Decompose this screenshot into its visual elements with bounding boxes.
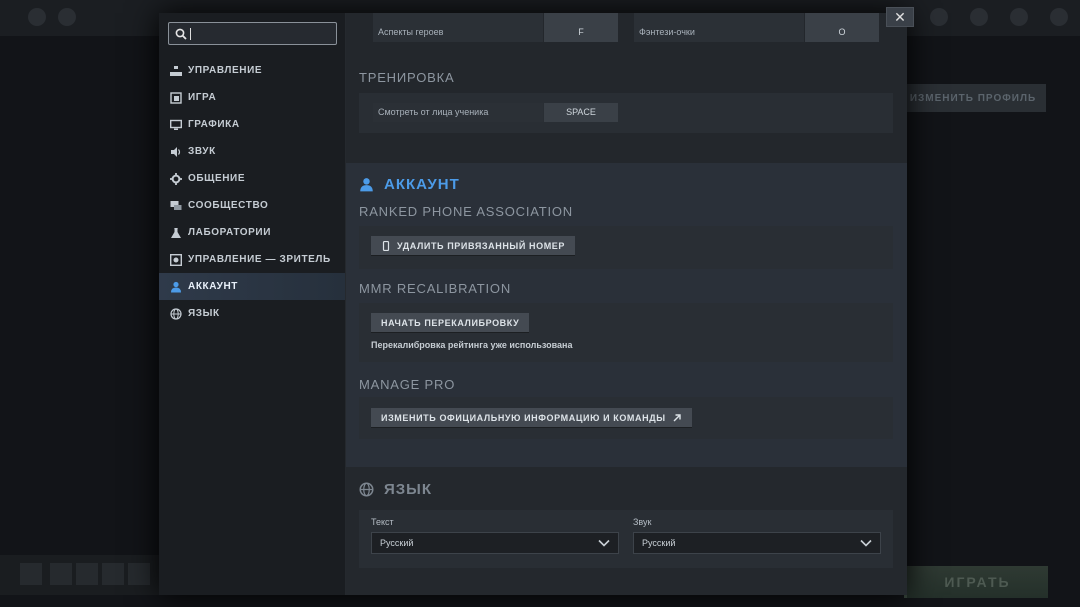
hotkey-label: Фэнтези-очки [634,23,804,42]
sidebar-item-sound[interactable]: ЗВУК [159,138,345,165]
chevron-down-icon [860,539,872,547]
background-party-slot [76,563,98,585]
background-party-slot [128,563,150,585]
sidebar-item-controls[interactable]: УПРАВЛЕНИЕ [159,57,345,84]
text-language-value: Русский [380,538,414,548]
sidebar-item-language[interactable]: ЯЗЫК [159,300,345,327]
spectator-icon [169,253,182,266]
user-icon [360,178,373,192]
hotkey-label: Смотреть от лица ученика [373,103,543,122]
close-button[interactable]: ✕ [886,7,914,27]
edit-pro-info-button[interactable]: ИЗМЕНИТЬ ОФИЦИАЛЬНУЮ ИНФОРМАЦИЮ И КОМАНД… [371,408,692,428]
language-title: ЯЗЫК [384,481,433,498]
background-avatar-icon [1050,8,1068,26]
settings-modal: УПРАВЛЕНИЕ ИГРА ГРАФИКА ЗВУК ОБЩЕНИЕ СОО… [159,13,907,595]
search-icon [175,28,187,40]
background-party-slot [102,563,124,585]
phone-icon [382,240,390,251]
sidebar-item-label: СООБЩЕСТВО [188,200,269,211]
start-recalibration-button[interactable]: НАЧАТЬ ПЕРЕКАЛИБРОВКУ [371,313,530,333]
background-stats-icon [970,8,988,26]
search-input[interactable] [196,27,336,40]
language-header: ЯЗЫК [359,481,432,498]
chevron-down-icon [598,539,610,547]
close-icon: ✕ [894,8,906,25]
background-party-bar [0,555,160,595]
background-back-icon [58,8,76,26]
external-link-icon [673,413,681,421]
edit-pro-info-label: ИЗМЕНИТЬ ОФИЦИАЛЬНУЮ ИНФОРМАЦИЮ И КОМАНД… [381,412,666,423]
background-party-avatar [20,563,42,585]
hotkey-key[interactable]: SPACE [544,103,618,122]
sidebar-item-label: ОБЩЕНИЕ [188,173,246,184]
gear-icon [169,172,182,185]
remove-phone-label: УДАЛИТЬ ПРИВЯЗАННЫЙ НОМЕР [397,240,566,251]
section-title-manage-pro: MANAGE PRO [359,377,456,392]
sidebar-item-community[interactable]: СООБЩЕСТВО [159,192,345,219]
section-title-training: ТРЕНИРОВКА [359,70,455,85]
text-language-label: Текст [371,517,394,527]
background-settings-icon [28,8,46,26]
sound-language-select[interactable]: Русский [633,532,881,554]
chat-icon [169,199,182,212]
text-caret [190,27,191,40]
background-shield-icon [1010,8,1028,26]
section-title-phone: RANKED PHONE ASSOCIATION [359,204,573,219]
flask-icon [169,226,182,239]
hotkey-row: Аспекты героев F [373,23,618,42]
speaker-icon [169,145,182,158]
sidebar-item-graphics[interactable]: ГРАФИКА [159,111,345,138]
hotkey-key[interactable]: F [544,23,618,42]
sidebar-item-label: ИГРА [188,92,217,103]
section-title-mmr: MMR RECALIBRATION [359,281,512,296]
sidebar-item-game[interactable]: ИГРА [159,84,345,111]
sidebar-item-label: ГРАФИКА [188,119,240,130]
background-play-button: ИГРАТЬ [904,566,1048,598]
sidebar-item-social[interactable]: ОБЩЕНИЕ [159,165,345,192]
recalibration-note: Перекалибровка рейтинга уже использована [371,340,573,350]
settings-nav: УПРАВЛЕНИЕ ИГРА ГРАФИКА ЗВУК ОБЩЕНИЕ СОО… [159,57,345,327]
sidebar-item-spectator-controls[interactable]: УПРАВЛЕНИЕ — ЗРИТЕЛЬ [159,246,345,273]
sidebar-item-label: АККАУНТ [188,281,239,292]
settings-content: Аспекты героев F Фэнтези-очки O ТРЕНИРОВ… [346,13,907,595]
text-language-select[interactable]: Русский [371,532,619,554]
sidebar-item-label: ЛАБОРАТОРИИ [188,227,272,238]
sidebar-item-label: ЗВУК [188,146,216,157]
background-menu-icon [930,8,948,26]
sound-language-value: Русский [642,538,676,548]
game-icon [169,91,182,104]
controls-icon [169,64,182,77]
background-edit-profile-button: ИЗМЕНИТЬ ПРОФИЛЬ [900,84,1046,112]
sidebar-item-label: УПРАВЛЕНИЕ [188,65,263,76]
hotkey-row: Смотреть от лица ученика SPACE [373,103,618,122]
account-header: АККАУНТ [359,176,460,193]
sidebar-item-account[interactable]: АККАУНТ [159,273,345,300]
user-icon [169,280,182,293]
start-recalibration-label: НАЧАТЬ ПЕРЕКАЛИБРОВКУ [381,317,520,328]
hotkey-key[interactable]: O [805,23,879,42]
globe-icon [359,482,374,497]
settings-sidebar: УПРАВЛЕНИЕ ИГРА ГРАФИКА ЗВУК ОБЩЕНИЕ СОО… [159,13,345,595]
hotkey-label: Аспекты героев [373,23,543,42]
settings-search-box[interactable] [168,22,337,45]
sidebar-item-label: УПРАВЛЕНИЕ — ЗРИТЕЛЬ [188,254,331,265]
hotkey-row: Фэнтези-очки O [634,23,879,42]
sidebar-item-label: ЯЗЫК [188,308,220,319]
globe-icon [169,307,182,320]
remove-phone-button[interactable]: УДАЛИТЬ ПРИВЯЗАННЫЙ НОМЕР [371,236,576,256]
account-title: АККАУНТ [384,176,460,193]
monitor-icon [169,118,182,131]
background-party-slot [50,563,72,585]
sound-language-label: Звук [633,517,652,527]
sidebar-item-labs[interactable]: ЛАБОРАТОРИИ [159,219,345,246]
